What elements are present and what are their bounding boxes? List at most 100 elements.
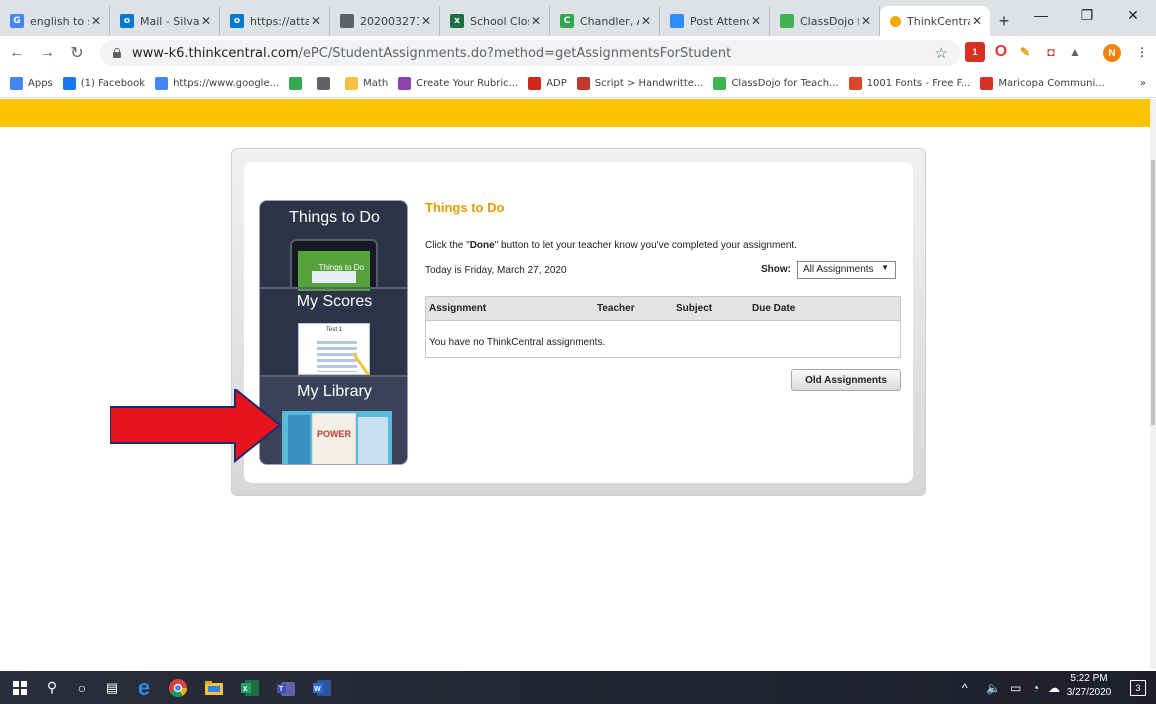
column-assignment[interactable]: Assignment bbox=[429, 303, 486, 314]
battery-icon[interactable]: ▭ bbox=[1010, 671, 1021, 704]
tab-close-icon[interactable]: ✕ bbox=[529, 14, 543, 28]
column-teacher[interactable]: Teacher bbox=[597, 303, 635, 314]
wifi-icon[interactable]: ◔ bbox=[1032, 671, 1039, 704]
bookmarks-overflow-icon[interactable]: » bbox=[1140, 78, 1146, 89]
tab-close-icon[interactable]: ✕ bbox=[970, 14, 984, 28]
bookmark-item[interactable]: https://www.google... bbox=[155, 77, 279, 90]
extension-icon-2[interactable]: ◘ bbox=[1041, 42, 1061, 62]
bookmark-label: Apps bbox=[28, 78, 53, 89]
address-bar[interactable]: www-k6.thinkcentral.com/ePC/StudentAssig… bbox=[100, 40, 960, 66]
tab-title: Mail - Silva, bbox=[140, 14, 199, 28]
bookmark-label: ADP bbox=[546, 78, 567, 89]
empty-table-message: You have no ThinkCentral assignments. bbox=[429, 337, 606, 348]
volume-icon[interactable]: 🔈 bbox=[986, 671, 1001, 704]
bookmark-label: Create Your Rubric... bbox=[416, 78, 519, 89]
classdojo-icon bbox=[713, 77, 727, 90]
nav-things-to-do-label: Things to Do bbox=[289, 209, 380, 226]
browser-tab[interactable]: C Chandler, A ✕ bbox=[550, 6, 660, 36]
reload-icon[interactable]: ↻ bbox=[64, 40, 90, 66]
tab-title: 202003271 bbox=[360, 14, 419, 28]
tab-close-icon[interactable]: ✕ bbox=[89, 14, 103, 28]
books-thumbnail: POWER bbox=[282, 411, 392, 464]
menu-kebab-icon[interactable]: ⋮ bbox=[1132, 42, 1152, 62]
back-icon[interactable]: ← bbox=[4, 40, 30, 66]
tab-title: english to s bbox=[30, 14, 89, 28]
browser-tab[interactable]: ThinkCentra ✕ bbox=[880, 6, 990, 36]
old-assignments-button[interactable]: Old Assignments bbox=[791, 369, 901, 391]
browser-tab[interactable]: x School Clos ✕ bbox=[440, 6, 550, 36]
notification-count: 3 bbox=[1130, 679, 1146, 696]
book-title-text: POWER bbox=[316, 429, 351, 439]
browser-tab[interactable]: Genglish to s ✕ bbox=[0, 6, 110, 36]
gmail-icon bbox=[980, 77, 994, 90]
teams-icon[interactable]: T bbox=[268, 671, 304, 704]
test-sheet-thumbnail: Test 1 bbox=[298, 323, 370, 375]
bookmark-item[interactable]: Maricopa Communi... bbox=[980, 77, 1105, 90]
tray-chevron-icon[interactable]: ^ bbox=[962, 671, 968, 704]
new-tab-icon[interactable]: + bbox=[990, 6, 1018, 36]
svg-text:x: x bbox=[243, 684, 248, 693]
tab-close-icon[interactable]: ✕ bbox=[639, 14, 653, 28]
browser-tab[interactable]: Post Attend ✕ bbox=[660, 6, 770, 36]
task-view-icon[interactable]: ▤ bbox=[94, 671, 130, 704]
bookmark-item[interactable]: Create Your Rubric... bbox=[398, 77, 518, 90]
bookmark-item[interactable]: ClassDojo for Teach... bbox=[713, 77, 839, 90]
chrome-icon bbox=[317, 77, 331, 90]
notifications-icon[interactable]: 3 bbox=[1130, 671, 1146, 704]
windows-start-icon[interactable] bbox=[2, 671, 38, 704]
tab-close-icon[interactable]: ✕ bbox=[309, 14, 323, 28]
browser-tab[interactable]: o https://atta ✕ bbox=[220, 6, 330, 36]
bookmark-item[interactable]: Script > Handwritte... bbox=[576, 77, 703, 90]
tab-favicon-icon: C bbox=[560, 14, 574, 28]
clock-time: 5:22 PM bbox=[1070, 673, 1108, 684]
tab-title: https://atta bbox=[250, 14, 309, 28]
excel-icon[interactable]: x bbox=[232, 671, 268, 704]
done-keyword: Done bbox=[469, 240, 495, 251]
bookmark-label: (1) Facebook bbox=[80, 78, 146, 89]
bookmark-label: ClassDojo for Teach... bbox=[731, 78, 839, 89]
chrome-taskbar-icon[interactable] bbox=[160, 671, 196, 704]
onedrive-icon[interactable]: ☁ bbox=[1048, 671, 1060, 704]
tab-close-icon[interactable]: ✕ bbox=[199, 14, 213, 28]
browser-tab[interactable]: o Mail - Silva, ✕ bbox=[110, 6, 220, 36]
drive-extension-icon[interactable]: ▲ bbox=[1065, 42, 1085, 62]
bookmark-item[interactable] bbox=[317, 77, 335, 90]
scrollbar-thumb[interactable] bbox=[1151, 160, 1155, 425]
file-explorer-icon[interactable] bbox=[196, 671, 232, 704]
word-icon[interactable]: W bbox=[304, 671, 340, 704]
tab-close-icon[interactable]: ✕ bbox=[419, 14, 433, 28]
opera-icon[interactable]: O bbox=[991, 42, 1011, 62]
column-due-date[interactable]: Due Date bbox=[752, 303, 795, 314]
today-date: Today is Friday, March 27, 2020 bbox=[425, 265, 567, 276]
minimize-icon[interactable]: — bbox=[1018, 0, 1064, 30]
tab-favicon-icon: G bbox=[10, 14, 24, 28]
extension-badge-icon[interactable]: 1 bbox=[965, 42, 985, 62]
windows-taskbar: ⚲ ○ ▤ e x T W ^ 🔈 ▭ ◔ ☁ 3 bbox=[0, 671, 1156, 704]
page-title: Things to Do bbox=[425, 200, 505, 215]
browser-tab[interactable]: 202003271 ✕ bbox=[330, 6, 440, 36]
folder-icon bbox=[345, 77, 359, 90]
adp-icon bbox=[528, 77, 542, 90]
forward-icon[interactable]: → bbox=[34, 40, 60, 66]
edge-icon[interactable]: e bbox=[126, 671, 162, 704]
taskbar-clock[interactable]: 5:22 PM 3/27/2020 bbox=[1065, 672, 1113, 700]
browser-tab[interactable]: ClassDojo f ✕ bbox=[770, 6, 880, 36]
extension-icon[interactable]: ✎ bbox=[1015, 42, 1035, 62]
bookmark-item[interactable]: (1) Facebook bbox=[62, 77, 146, 90]
bookmark-item[interactable] bbox=[289, 77, 307, 90]
show-filter-select[interactable]: All Assignments ▼ bbox=[797, 261, 896, 279]
bookmark-item[interactable]: ADP bbox=[528, 77, 567, 90]
bookmark-item[interactable]: 1001 Fonts - Free F... bbox=[848, 77, 970, 90]
column-subject[interactable]: Subject bbox=[676, 303, 712, 314]
bookmark-star-icon[interactable]: ☆ bbox=[935, 44, 948, 62]
tab-close-icon[interactable]: ✕ bbox=[859, 14, 873, 28]
show-filter-value: All Assignments bbox=[803, 264, 874, 275]
annotation-arrow-icon bbox=[110, 389, 282, 464]
profile-avatar[interactable]: N bbox=[1103, 44, 1121, 62]
restore-icon[interactable]: ❐ bbox=[1064, 0, 1110, 30]
nav-things-to-do[interactable]: Things to Do Things to Do bbox=[260, 201, 407, 291]
bookmark-item[interactable]: Apps bbox=[10, 77, 53, 90]
tab-close-icon[interactable]: ✕ bbox=[749, 14, 763, 28]
bookmark-item[interactable]: Math bbox=[345, 77, 388, 90]
close-window-icon[interactable]: ✕ bbox=[1110, 0, 1156, 30]
